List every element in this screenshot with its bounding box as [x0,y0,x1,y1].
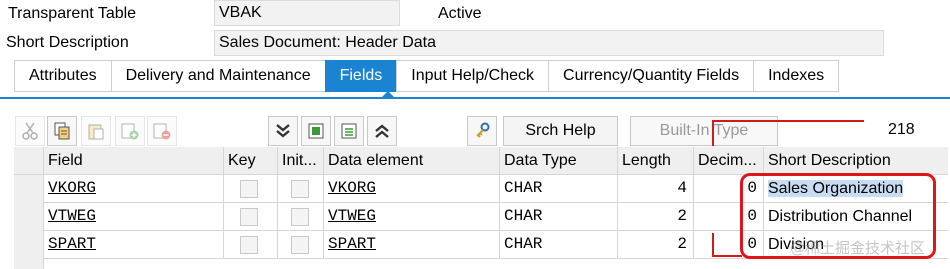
table-header-row: Field Key Init... Data element Data Type… [14,147,948,175]
field-name-link[interactable]: VKORG [44,175,224,203]
column-header-decimals[interactable]: Decim... [694,147,764,175]
row-selector[interactable] [14,259,44,269]
tab-fields[interactable]: Fields [324,60,397,92]
expand-icon[interactable] [301,116,331,146]
short-description-field[interactable]: Sales Document: Header Data [214,30,884,56]
field-name-link[interactable]: SPART [44,231,224,259]
transparent-table-label: Transparent Table [8,5,137,22]
initial-values-checkbox[interactable] [291,208,309,226]
table-name-field[interactable]: VBAK [214,0,400,26]
column-header-short-description[interactable]: Short Description [764,147,948,175]
copy-icon[interactable] [47,116,77,146]
row-selector-header[interactable] [14,147,44,175]
status-text: Active [438,5,482,22]
tab-attributes[interactable]: Attributes [14,60,111,92]
row-selector[interactable] [14,203,44,231]
tab-indexes[interactable]: Indexes [753,60,840,92]
table-row-partial [14,259,948,269]
new-entry-icon[interactable] [334,116,364,146]
data-type-cell[interactable]: CHAR [500,231,618,259]
annotation-line [712,233,714,257]
data-type-cell[interactable]: CHAR [500,203,618,231]
length-cell[interactable]: 2 [618,231,694,259]
short-description-label: Short Description [6,34,129,51]
data-element-link[interactable]: SPART [324,231,500,259]
key-checkbox[interactable] [240,208,258,226]
initial-values-checkbox[interactable] [291,180,309,198]
key-cell [224,203,278,231]
cut-icon[interactable] [15,116,45,146]
column-header-data-type[interactable]: Data Type [500,147,618,175]
initial-cell [278,203,324,231]
key-icon[interactable] [467,116,497,146]
key-checkbox[interactable] [240,236,258,254]
length-cell[interactable]: 4 [618,175,694,203]
initial-cell [278,175,324,203]
tab-strip: Attributes Delivery and Maintenance Fiel… [14,60,840,92]
active-tab-indicator [381,91,395,98]
initial-values-checkbox[interactable] [291,236,309,254]
insert-row-icon[interactable] [115,116,145,146]
row-selector[interactable] [14,231,44,259]
column-header-initial[interactable]: Init... [278,147,324,175]
column-header-data-element[interactable]: Data element [324,147,500,175]
annotation-line [712,120,714,146]
annotation-line [712,255,742,257]
tab-delivery-and-maintenance[interactable]: Delivery and Maintenance [110,60,325,92]
data-element-link[interactable]: VTWEG [324,203,500,231]
tab-underline [0,97,950,99]
field-count: 218 [888,121,915,138]
delete-row-icon[interactable] [147,116,177,146]
expand-all-icon[interactable] [367,116,397,146]
column-header-key[interactable]: Key [224,147,278,175]
annotation-line [712,120,864,122]
field-name-link[interactable]: VTWEG [44,203,224,231]
key-checkbox[interactable] [240,180,258,198]
length-cell[interactable]: 2 [618,203,694,231]
tab-input-help-check[interactable]: Input Help/Check [396,60,549,92]
data-element-link[interactable]: VKORG [324,175,500,203]
srch-help-button[interactable]: Srch Help [503,116,618,146]
paste-icon[interactable] [81,116,111,146]
key-cell [224,231,278,259]
column-header-length[interactable]: Length [618,147,694,175]
key-cell [224,175,278,203]
collapse-all-icon[interactable] [268,116,298,146]
tab-currency-quantity-fields[interactable]: Currency/Quantity Fields [548,60,754,92]
row-selector[interactable] [14,175,44,203]
data-type-cell[interactable]: CHAR [500,175,618,203]
column-header-field[interactable]: Field [44,147,224,175]
watermark-text: @稀土掘金技术社区 [790,239,926,257]
initial-cell [278,231,324,259]
